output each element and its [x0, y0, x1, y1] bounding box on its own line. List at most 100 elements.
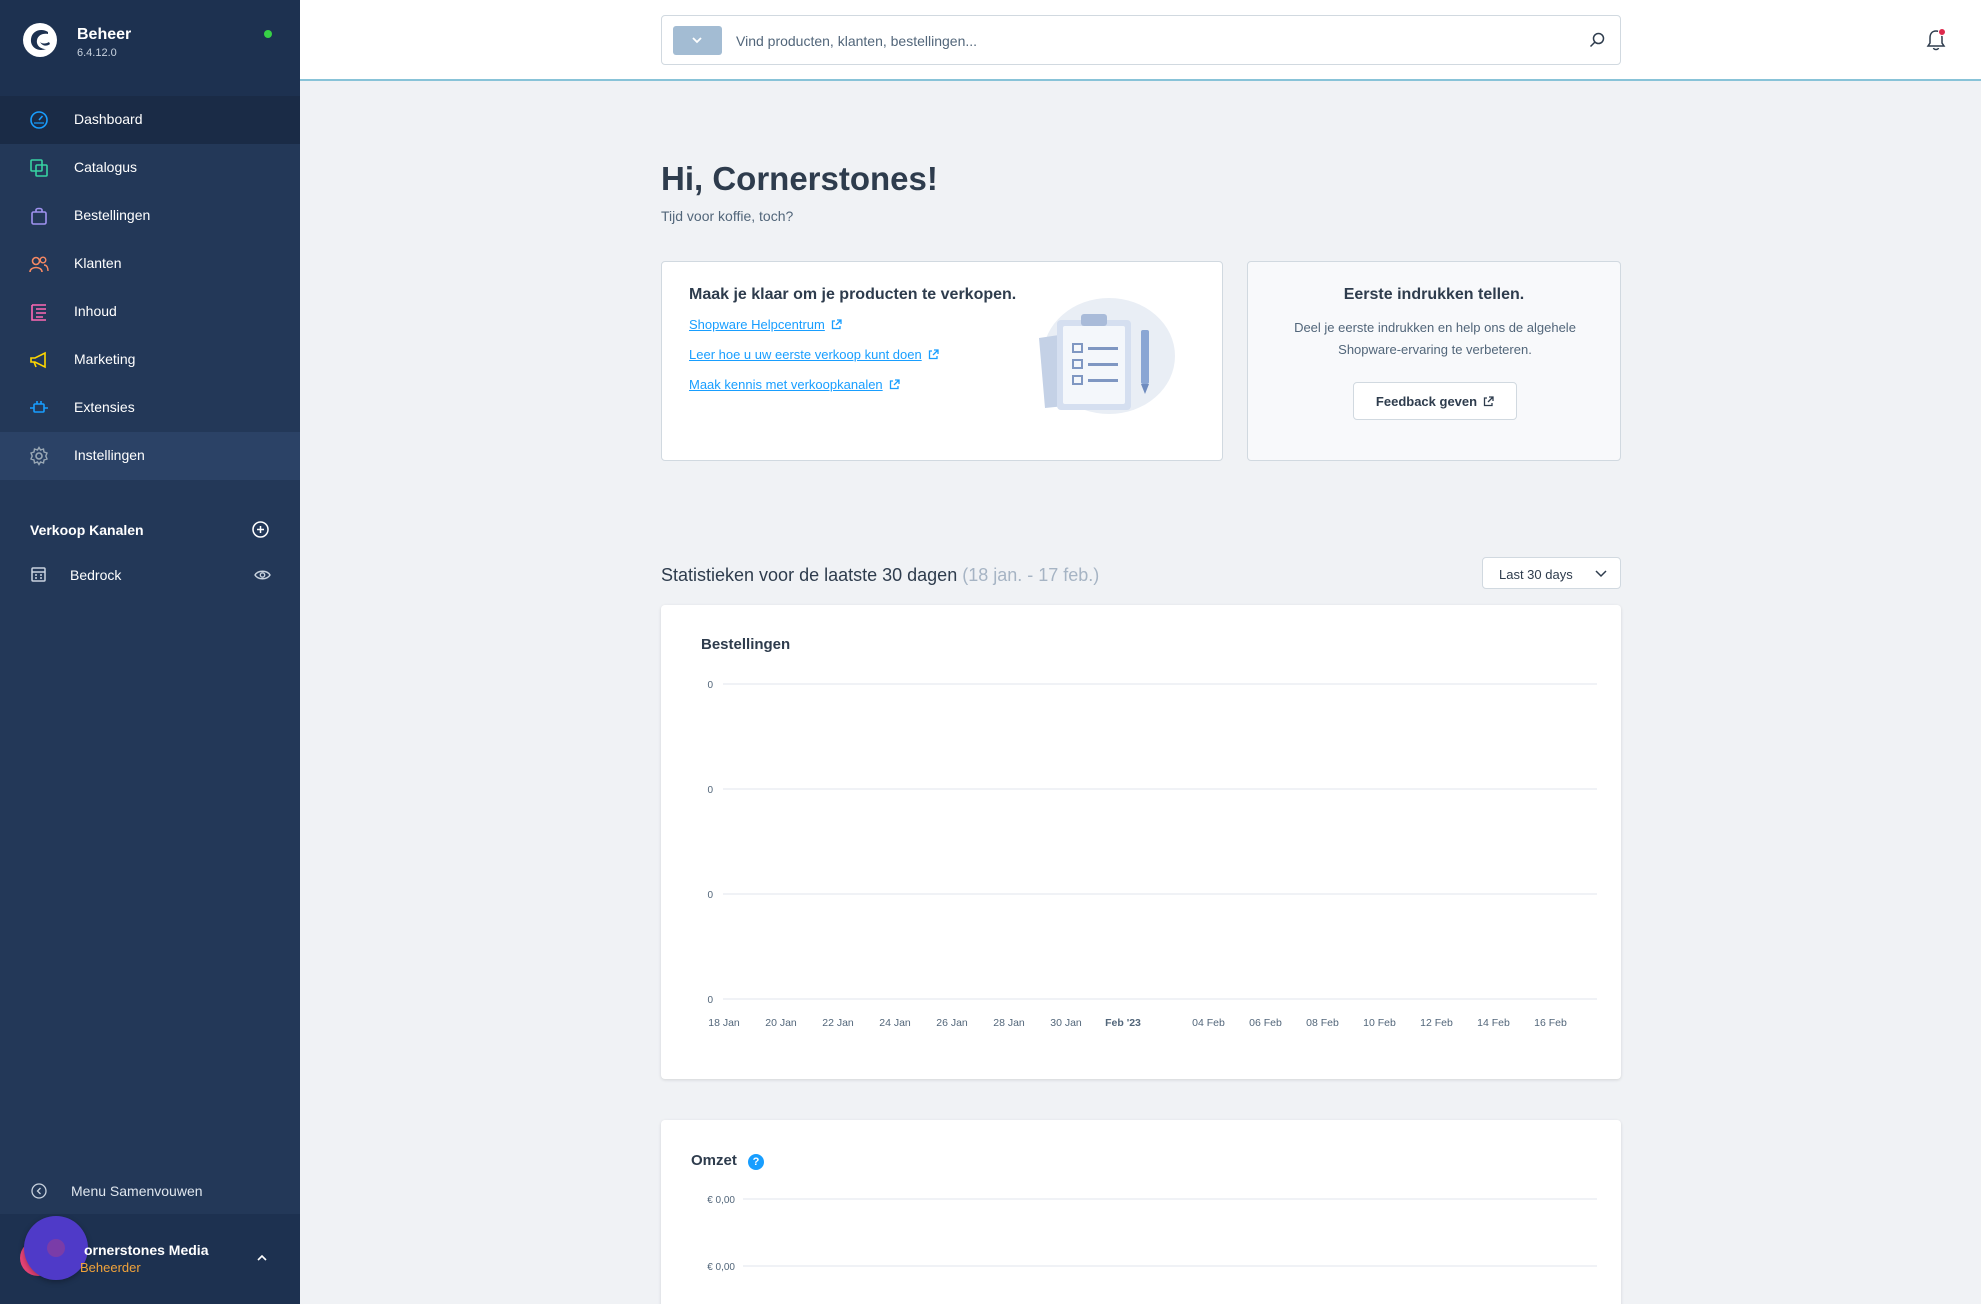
y-tick-label: 0 — [707, 890, 713, 901]
sidebar-item-label: Bestellingen — [74, 207, 151, 223]
sidebar-item-label: Catalogus — [74, 159, 138, 175]
dashboard-icon — [30, 111, 48, 129]
customers-icon — [29, 256, 49, 273]
x-tick-label: 16 Feb — [1534, 1017, 1567, 1029]
clipboard-illustration-icon — [1039, 298, 1175, 414]
sidebar: Beheer 6.4.12.0 Dashboard Catalogus Best… — [0, 0, 300, 1304]
collapse-menu-label: Menu Samenvouwen — [71, 1183, 203, 1199]
sidebar-item-extensies[interactable]: Extensies — [0, 384, 300, 432]
search-icon[interactable] — [1588, 31, 1606, 49]
sidebar-item-instellingen[interactable]: Instellingen — [0, 432, 300, 480]
x-tick-label: 18 Jan — [708, 1017, 740, 1029]
external-link-icon — [1483, 395, 1494, 406]
statistics-date-range: (18 jan. - 17 feb.) — [962, 565, 1100, 585]
sidebar-item-label: Extensies — [74, 399, 135, 415]
help-center-link[interactable]: Shopware Helpcentrum — [689, 317, 842, 332]
orders-chart: 0 0 0 0 18 Jan 20 Jan 22 Jan 24 Jan 26 Jan 28 Jan… — [707, 680, 1597, 1029]
sales-channels-link[interactable]: Maak kennis met verkoopkanalen — [689, 377, 900, 392]
shopping-bag-icon — [31, 207, 47, 225]
x-tick-label: 06 Feb — [1249, 1017, 1282, 1029]
app-version: 6.4.12.0 — [77, 47, 117, 59]
x-tick-label: 24 Jan — [879, 1017, 911, 1029]
x-tick-label: 20 Jan — [765, 1017, 797, 1029]
sidebar-item-label: Inhoud — [74, 303, 117, 319]
getting-started-card: Maak je klaar om je producten te verkope… — [661, 261, 1223, 461]
add-circle-icon[interactable] — [252, 521, 269, 538]
feedback-button[interactable]: Feedback geven — [1353, 382, 1517, 420]
sidebar-item-inhoud[interactable]: Inhoud — [0, 288, 300, 336]
revenue-chart: € 0,00 € 0,00 — [707, 1195, 1597, 1273]
chevron-up-icon[interactable] — [256, 1252, 268, 1264]
user-role: Beheerder — [80, 1260, 141, 1275]
statistics-title: Statistieken voor de laatste 30 dagen (1… — [661, 565, 1099, 586]
external-link-icon — [928, 349, 939, 360]
feedback-text: Deel je eerste indrukken en help ons de … — [1294, 320, 1576, 357]
floating-action-button[interactable] — [24, 1216, 88, 1280]
page-subtitle: Tijd voor koffie, toch? — [661, 208, 794, 224]
x-tick-label: 14 Feb — [1477, 1017, 1510, 1029]
main-navigation: Dashboard Catalogus Bestellingen Klanten… — [0, 96, 300, 480]
sales-channel-label: Bedrock — [70, 567, 122, 583]
y-tick-label: 0 — [707, 785, 713, 796]
x-tick-label: 26 Jan — [936, 1017, 968, 1029]
page-title: Hi, Cornerstones! — [661, 160, 938, 197]
date-range-value: Last 30 days — [1499, 567, 1573, 582]
y-tick-label: € 0,00 — [707, 1262, 735, 1273]
external-link-icon — [831, 319, 842, 330]
sales-channel-bedrock[interactable]: Bedrock — [0, 558, 300, 592]
app-name: Beheer — [77, 26, 132, 43]
x-tick-label: 08 Feb — [1306, 1017, 1339, 1029]
notification-bell-icon[interactable] — [1925, 28, 1947, 52]
x-tick-label: 28 Jan — [993, 1017, 1025, 1029]
sidebar-item-marketing[interactable]: Marketing — [0, 336, 300, 384]
getting-started-title: Maak je klaar om je producten te verkope… — [689, 286, 1017, 303]
catalog-icon — [30, 159, 48, 177]
sidebar-item-klanten[interactable]: Klanten — [0, 240, 300, 288]
gear-icon — [30, 446, 48, 466]
sidebar-item-catalogus[interactable]: Catalogus — [0, 144, 300, 192]
y-tick-label: € 0,00 — [707, 1195, 735, 1206]
fab-dot-icon — [47, 1239, 65, 1257]
sidebar-item-label: Dashboard — [74, 111, 143, 127]
global-search[interactable] — [661, 15, 1621, 65]
x-tick-label: Feb '23 — [1105, 1017, 1141, 1029]
sidebar-item-bestellingen[interactable]: Bestellingen — [0, 192, 300, 240]
first-sale-link-label: Leer hoe u uw eerste verkoop kunt doen — [689, 347, 922, 362]
feedback-card: Eerste indrukken tellen. Deel je eerste … — [1247, 261, 1621, 461]
chevron-down-icon — [692, 37, 702, 44]
x-tick-label: 04 Feb — [1192, 1017, 1225, 1029]
sidebar-item-label: Marketing — [74, 351, 136, 367]
content-icon — [31, 304, 46, 321]
status-indicator — [264, 30, 272, 38]
sidebar-item-label: Instellingen — [74, 447, 145, 463]
collapse-left-icon — [31, 1183, 47, 1199]
first-sale-link[interactable]: Leer hoe u uw eerste verkoop kunt doen — [689, 347, 939, 362]
y-tick-label: 0 — [707, 680, 713, 691]
sidebar-item-label: Klanten — [74, 255, 122, 271]
x-tick-label: 22 Jan — [822, 1017, 854, 1029]
shopware-logo-icon[interactable] — [22, 22, 58, 58]
y-tick-label: 0 — [707, 995, 713, 1006]
user-name: ornerstones Media — [84, 1242, 209, 1258]
statistics-title-label: Statistieken voor de laatste 30 dagen — [661, 565, 958, 585]
date-range-select[interactable]: Last 30 days — [1482, 557, 1621, 589]
revenue-chart-card: Omzet ? € 0,00 € 0,00 — [661, 1120, 1621, 1304]
feedback-button-label: Feedback geven — [1375, 393, 1478, 409]
search-type-dropdown[interactable] — [673, 26, 722, 55]
sales-channels-title: Verkoop Kanalen — [30, 522, 144, 538]
user-footer[interactable]: ornerstones Media Beheerder — [0, 1214, 300, 1304]
x-tick-label: 12 Feb — [1420, 1017, 1453, 1029]
sidebar-header: Beheer 6.4.12.0 — [0, 0, 300, 96]
x-tick-label: 30 Jan — [1050, 1017, 1082, 1029]
orders-chart-card: Bestellingen 0 0 0 0 18 Jan 20 Jan 22 Jan 24 Ja… — [661, 605, 1621, 1079]
topbar — [300, 0, 1981, 81]
storefront-icon — [31, 567, 46, 582]
sidebar-item-dashboard[interactable]: Dashboard — [0, 96, 300, 144]
feedback-title: Eerste indrukken tellen. — [1343, 286, 1525, 303]
search-input[interactable] — [736, 30, 1536, 52]
help-center-link-label: Shopware Helpcentrum — [689, 317, 825, 332]
collapse-menu-button[interactable]: Menu Samenvouwen — [0, 1174, 300, 1208]
plugin-icon — [30, 401, 48, 413]
external-link-icon — [889, 379, 900, 390]
eye-icon[interactable] — [254, 568, 271, 582]
